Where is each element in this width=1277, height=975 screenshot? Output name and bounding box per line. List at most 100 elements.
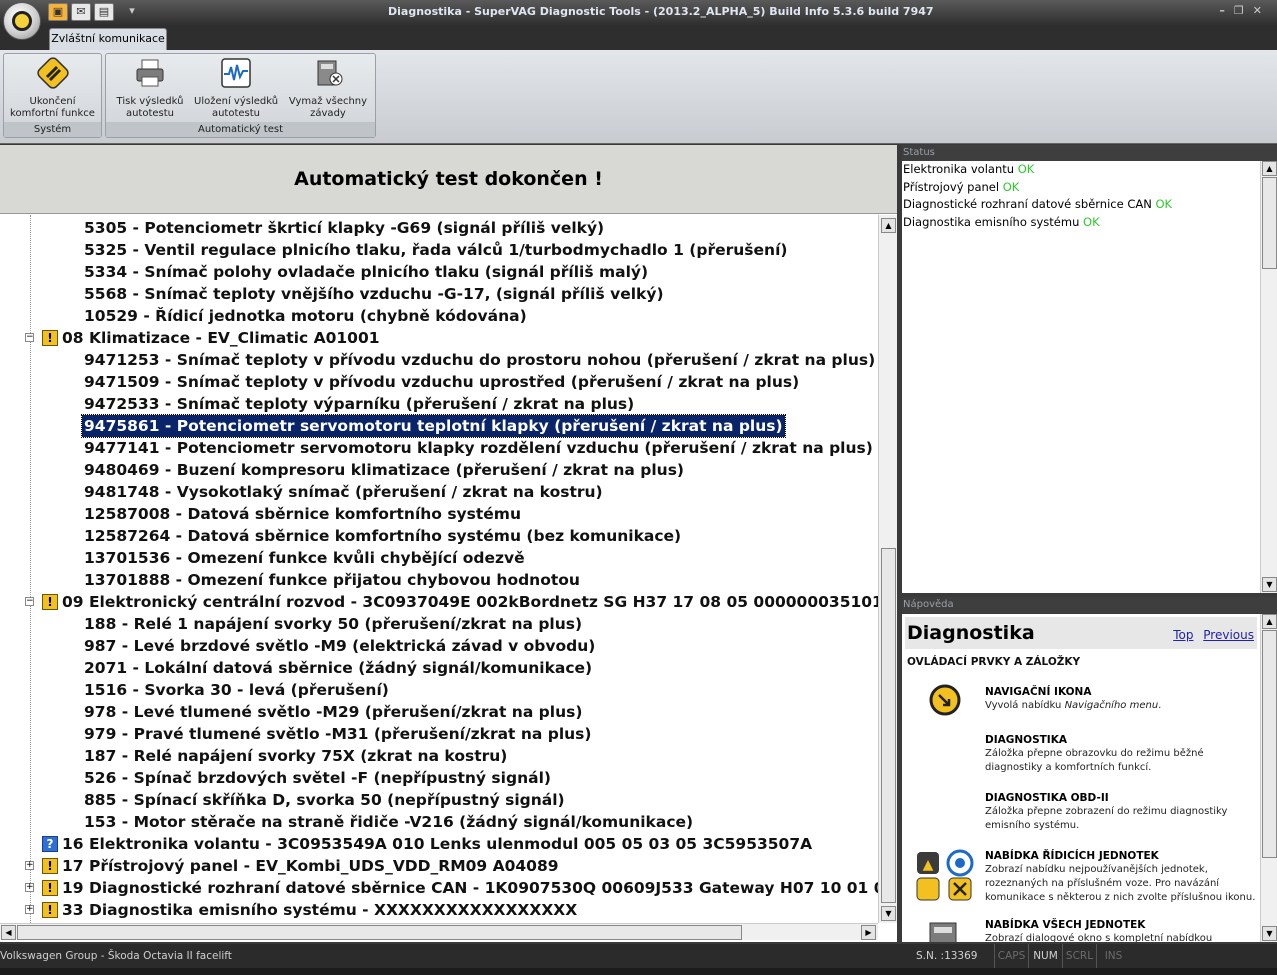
tree-module-row[interactable]: +! 17 Přístrojový panel - EV_Kombi_UDS_VD… — [0, 855, 878, 877]
expand-icon[interactable]: + — [25, 861, 34, 870]
help-scrollbar[interactable]: ▲ ▼ — [1260, 614, 1277, 942]
tree-fault-row[interactable]: 9475861 - Potenciometr servomotoru teplo… — [0, 414, 878, 438]
tree-fault-row[interactable]: 987 - Levé brzdové světlo -M9 (elektrick… — [0, 635, 878, 657]
tree-row-label: 5334 - Snímač polohy ovladače plnicího t… — [84, 263, 649, 281]
expand-icon[interactable]: + — [25, 905, 34, 914]
window-controls[interactable]: –❐✕ — [1219, 4, 1271, 17]
tree-row-label: 13701536 - Omezení funkce kvůli chybějíc… — [84, 549, 525, 567]
save-results-button[interactable]: Uložení výsledků autotestu — [194, 57, 278, 123]
warning-icon: ! — [42, 902, 58, 918]
tree-fault-row[interactable]: 13701536 - Omezení funkce kvůli chybějíc… — [0, 547, 878, 569]
status-module-name: Elektronika volantu — [903, 162, 1015, 176]
tree-fault-row[interactable]: 12587264 - Datová sběrnice komfortního s… — [0, 525, 878, 547]
window-title: Diagnostika - SuperVAG Diagnostic Tools … — [388, 5, 934, 18]
tree-fault-row[interactable]: 187 - Relé napájení svorky 75X (zkrat na… — [0, 745, 878, 767]
print-results-button[interactable]: Tisk výsledků autotestu — [110, 57, 190, 123]
tree-fault-row[interactable]: 2071 - Lokální datová sběrnice (žádný si… — [0, 657, 878, 679]
tree-fault-row[interactable]: 5305 - Potenciometr škrticí klapky -G69 … — [0, 217, 878, 239]
tree-fault-row[interactable]: 5334 - Snímač polohy ovladače plnicího t… — [0, 261, 878, 283]
navigation-orb-button[interactable] — [3, 2, 41, 40]
tree-module-row[interactable]: +! 33 Diagnostika emisního systému - XXXX… — [0, 899, 878, 921]
tree-row-label: 17 Přístrojový panel - EV_Kombi_UDS_VDD_… — [62, 857, 559, 875]
tree-fault-row[interactable]: 10529 - Řídicí jednotka motoru (chybně k… — [0, 305, 878, 327]
end-comfort-button[interactable]: Ukončení komfortní funkce — [4, 57, 101, 123]
tree-fault-row[interactable]: 885 - Spínací skříňka D, svorka 50 (nepř… — [0, 789, 878, 811]
close-icon[interactable]: ✕ — [1253, 4, 1271, 17]
tree-row-label: 5305 - Potenciometr škrticí klapky -G69 … — [84, 219, 605, 237]
tree-fault-row[interactable]: 188 - Relé 1 napájení svorky 50 (přeruše… — [0, 613, 878, 635]
status-module-name: Diagnostika emisního systému — [903, 214, 1080, 229]
tree-row-label: 12587008 - Datová sběrnice komfortního s… — [84, 505, 521, 523]
tree-module-row[interactable]: ? 16 Elektronika volantu - 3C0953549A 010… — [0, 833, 878, 855]
tree-row-label: 10529 - Řídicí jednotka motoru (chybně k… — [84, 307, 527, 325]
caps-indicator: CAPS — [994, 944, 1028, 968]
tree-fault-row[interactable]: 9471253 - Snímač teploty v přívodu vzduc… — [0, 349, 878, 371]
tree-row-label: 16 Elektronika volantu - 3C0953549A 010 … — [62, 835, 813, 853]
scroll-up-icon[interactable]: ▲ — [881, 218, 896, 233]
tree-fault-row[interactable]: 5568 - Snímač teploty vnějšího vzduchu -… — [0, 283, 878, 305]
tree-row-label: 13701888 - Omezení funkce přijatou chybo… — [84, 571, 580, 589]
scroll-down-icon[interactable]: ▼ — [1262, 577, 1277, 592]
tree-module-row[interactable]: +! 19 Diagnostické rozhraní datové sběrni… — [0, 877, 878, 899]
scroll-down-icon[interactable]: ▼ — [881, 906, 896, 921]
tree-fault-row[interactable]: 9477141 - Potenciometr servomotoru klapk… — [0, 437, 878, 459]
help-link-previous[interactable]: Previous — [1203, 628, 1254, 642]
warning-icon: ! — [42, 330, 58, 346]
tree-fault-row[interactable]: 526 - Spínač brzdových světel -F (nepříp… — [0, 767, 878, 789]
help-header: Nápověda — [902, 597, 1277, 613]
clear-faults-label1: Vymaž všechny — [288, 96, 368, 107]
tree-module-row[interactable]: −! 09 Elektronický centrální rozvod - 3C0… — [0, 591, 878, 613]
scroll-thumb[interactable] — [17, 925, 742, 940]
tree-fault-row[interactable]: 12587008 - Datová sběrnice komfortního s… — [0, 503, 878, 525]
tree-row-label: 5325 - Ventil regulace plnicího tlaku, ř… — [84, 241, 788, 259]
tree-fault-row[interactable]: 978 - Levé tlumené světlo -M29 (přerušen… — [0, 701, 878, 723]
collapse-icon[interactable]: − — [25, 597, 34, 606]
print-results-label2: autotestu — [125, 108, 175, 119]
tree-row-label: 9481748 - Vysokotlaký snímač (přerušení … — [84, 483, 603, 501]
scroll-thumb[interactable] — [881, 548, 896, 903]
ribbon: Ukončení komfortní funkce Systém Tisk vý… — [0, 50, 1277, 144]
tree-fault-row[interactable]: 9471509 - Snímač teploty v přívodu vzduc… — [0, 371, 878, 393]
chevron-down-icon[interactable]: ▾ — [126, 3, 138, 21]
tree-vertical-scrollbar[interactable]: ▲ ▼ — [878, 215, 897, 923]
status-line: Přístrojový panel OK — [902, 179, 1277, 197]
scroll-up-icon[interactable]: ▲ — [1262, 614, 1277, 629]
tree-fault-row[interactable]: 1516 - Svorka 30 - levá (přerušení) — [0, 679, 878, 701]
tree-fault-row[interactable]: 13701888 - Omezení funkce přijatou chybo… — [0, 569, 878, 591]
help-item-desc: Vyvolá nabídku Navigačního menu. — [985, 699, 1260, 713]
tree-fault-row[interactable]: 153 - Motor stěrače na straně řidiče -V2… — [0, 811, 878, 833]
scroll-right-icon[interactable]: ▶ — [861, 925, 876, 940]
tree-horizontal-scrollbar[interactable]: ◀ ▶ — [0, 923, 878, 940]
mail-icon[interactable]: ✉ — [71, 3, 91, 21]
disk-icon[interactable]: ▤ — [94, 3, 114, 21]
tree-fault-row[interactable]: 9472533 - Snímač teploty výparníku (přer… — [0, 393, 878, 415]
scroll-down-icon[interactable]: ▼ — [1262, 926, 1277, 941]
tree-fault-row[interactable]: 5325 - Ventil regulace plnicího tlaku, ř… — [0, 239, 878, 261]
scroll-left-icon[interactable]: ◀ — [1, 925, 16, 940]
clear-faults-label2: závady — [310, 108, 346, 119]
print-results-label1: Tisk výsledků — [116, 96, 184, 107]
tree-module-row[interactable]: −! 08 Klimatizace - EV_Climatic A01001 — [0, 327, 878, 349]
help-item-control-units: NABÍDKA ŘÍDICÍCH JEDNOTEK Zobrazí nabídk… — [985, 849, 1260, 905]
scroll-thumb[interactable] — [1262, 177, 1277, 269]
tree-row-label: 987 - Levé brzdové světlo -M9 (elektrick… — [84, 637, 596, 655]
status-ok-badge: OK — [1017, 162, 1035, 176]
clear-faults-button[interactable]: Vymaž všechny závady — [284, 57, 372, 123]
restore-icon[interactable]: ❐ — [1234, 4, 1253, 17]
help-link-top[interactable]: Top — [1173, 628, 1193, 642]
minimize-icon[interactable]: – — [1219, 4, 1234, 17]
fault-tree[interactable]: 5305 - Potenciometr škrticí klapky -G69 … — [0, 215, 878, 923]
collapse-icon[interactable]: − — [25, 333, 34, 342]
camera-icon[interactable]: ▣ — [48, 3, 68, 21]
tree-row-label: 526 - Spínač brzdových světel -F (nepříp… — [84, 769, 551, 787]
tree-fault-row[interactable]: 9481748 - Vysokotlaký snímač (přerušení … — [0, 481, 878, 503]
eraser-icon — [317, 60, 343, 86]
status-scrollbar[interactable]: ▲ ▼ — [1260, 161, 1277, 593]
expand-icon[interactable]: + — [25, 883, 34, 892]
tab-zvlastni-komunikace[interactable]: Zvláštní komunikace — [49, 28, 167, 50]
tree-fault-row[interactable]: 979 - Pravé tlumené světlo -M31 (přeruše… — [0, 723, 878, 745]
scroll-up-icon[interactable]: ▲ — [1262, 161, 1277, 176]
tree-fault-row[interactable]: 9480469 - Buzení kompresoru klimatizace … — [0, 459, 878, 481]
svg-text:▲: ▲ — [923, 857, 934, 873]
scroll-thumb[interactable] — [1262, 630, 1277, 858]
